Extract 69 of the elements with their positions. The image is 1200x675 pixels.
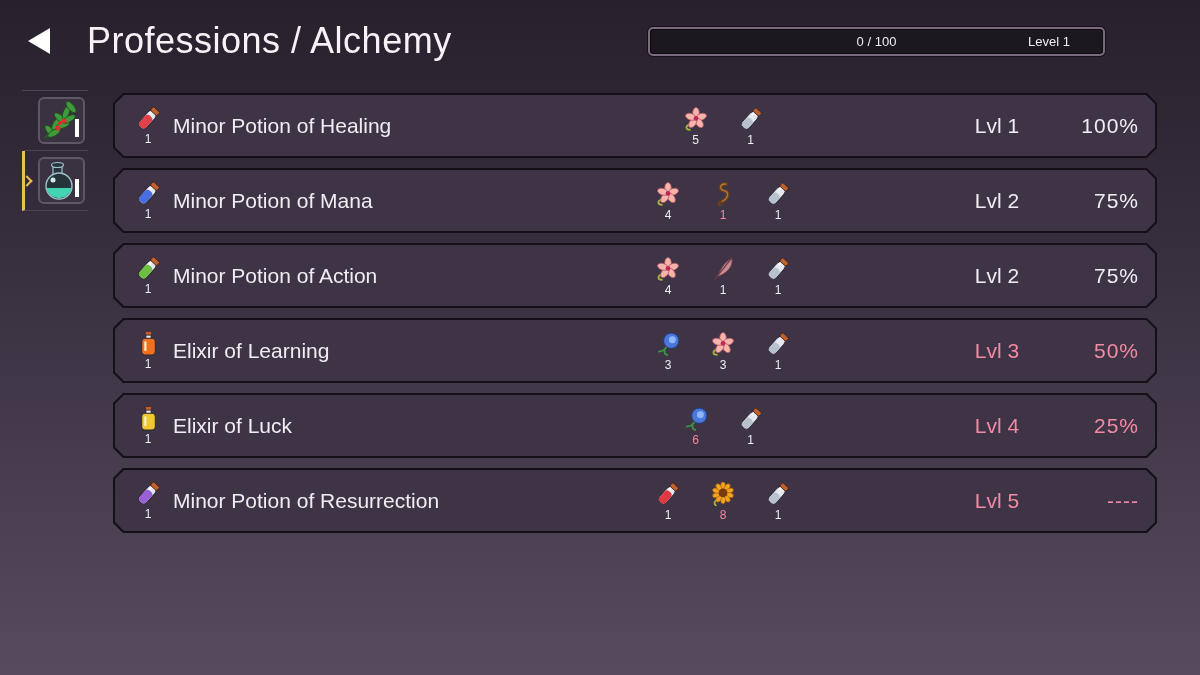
empty-vial-icon (766, 181, 790, 206)
lily-flower-icon (711, 331, 735, 356)
recipe-name: Elixir of Luck (172, 413, 294, 438)
back-arrow-icon (28, 28, 50, 54)
ingredient-count: 1 (719, 283, 727, 297)
required-level: Lvl 4 (974, 413, 1020, 438)
ingredient-count: 3 (664, 358, 672, 372)
potion-count: 1 (144, 507, 152, 521)
empty-vial-icon (766, 481, 790, 506)
recipe-name: Minor Potion of Healing (172, 113, 393, 138)
required-level: Lvl 3 (974, 338, 1020, 363)
lily-flower-icon (683, 106, 708, 131)
potion-count: 1 (144, 282, 152, 296)
round-flask-icon (38, 157, 85, 204)
potion-count: 1 (144, 432, 152, 446)
experience-value: 0 / 100 (856, 33, 897, 49)
ingredient-count: 1 (774, 358, 782, 372)
required-level: Lvl 2 (974, 263, 1020, 288)
feather-icon (711, 256, 735, 281)
recipe-name: Minor Potion of Action (172, 263, 379, 288)
ingredient-count: 6 (692, 433, 699, 447)
ingredient-count: 1 (664, 508, 672, 522)
potion-count: 1 (144, 357, 152, 371)
recipe-row[interactable]: 1 Elixir of Learning 3 3 1 Lvl 3 50% (113, 318, 1157, 383)
ingredient-count: 1 (774, 283, 782, 297)
sunflower-icon (711, 481, 735, 506)
back-button[interactable] (28, 28, 50, 54)
herb-branch-icon (38, 97, 85, 144)
recipe-row[interactable]: 1 Minor Potion of Mana 4 1 1 Lvl 2 75% (113, 168, 1157, 233)
success-chance: 75% (1093, 188, 1139, 213)
empty-vial-icon (738, 106, 763, 131)
ingredient-count: 8 (719, 508, 727, 522)
recipe-row[interactable]: 1 Minor Potion of Resurrection 1 8 1 Lvl 5 ---- (113, 468, 1157, 533)
ingredient-count: 1 (774, 508, 782, 522)
ingredient-count: 1 (774, 208, 782, 222)
lily-flower-icon (656, 181, 680, 206)
potion-count: 1 (144, 207, 152, 221)
ingredient-count: 3 (719, 358, 727, 372)
success-chance: 75% (1093, 263, 1139, 288)
bell-flower-icon (656, 331, 680, 356)
success-chance: 100% (1081, 113, 1139, 138)
success-chance: 25% (1093, 413, 1139, 438)
success-chance: 50% (1093, 338, 1139, 363)
required-level: Lvl 1 (974, 113, 1020, 138)
lily-flower-icon (656, 256, 680, 281)
recipe-row[interactable]: 1 Elixir of Luck 6 1 Lvl 4 25% (113, 393, 1157, 458)
recipe-row[interactable]: 1 Minor Potion of Healing 5 1 Lvl 1 100% (113, 93, 1157, 158)
ingredient-count: 4 (664, 208, 672, 222)
empty-vial-icon (738, 406, 763, 431)
ingredient-count: 5 (692, 133, 699, 147)
profession-tab[interactable] (22, 151, 88, 211)
required-level: Lvl 2 (974, 188, 1020, 213)
profession-level: Level 1 (1028, 33, 1070, 49)
ingredient-count: 1 (719, 208, 727, 222)
recipe-name: Minor Potion of Mana (172, 188, 374, 213)
success-chance: ---- (1107, 488, 1139, 513)
bell-flower-icon (683, 406, 708, 431)
ingredient-count: 1 (747, 133, 754, 147)
recipe-name: Minor Potion of Resurrection (172, 488, 441, 513)
ingredient-count: 1 (747, 433, 754, 447)
empty-vial-icon (766, 331, 790, 356)
page-title: Professions / Alchemy (87, 20, 452, 62)
empty-vial-icon (766, 256, 790, 281)
required-level: Lvl 5 (974, 488, 1020, 513)
recipe-row[interactable]: 1 Minor Potion of Action 4 1 1 Lvl 2 75% (113, 243, 1157, 308)
recipe-name: Elixir of Learning (172, 338, 331, 363)
potion-vial-icon (656, 481, 680, 506)
ingredient-count: 4 (664, 283, 672, 297)
potion-count: 1 (144, 132, 152, 146)
